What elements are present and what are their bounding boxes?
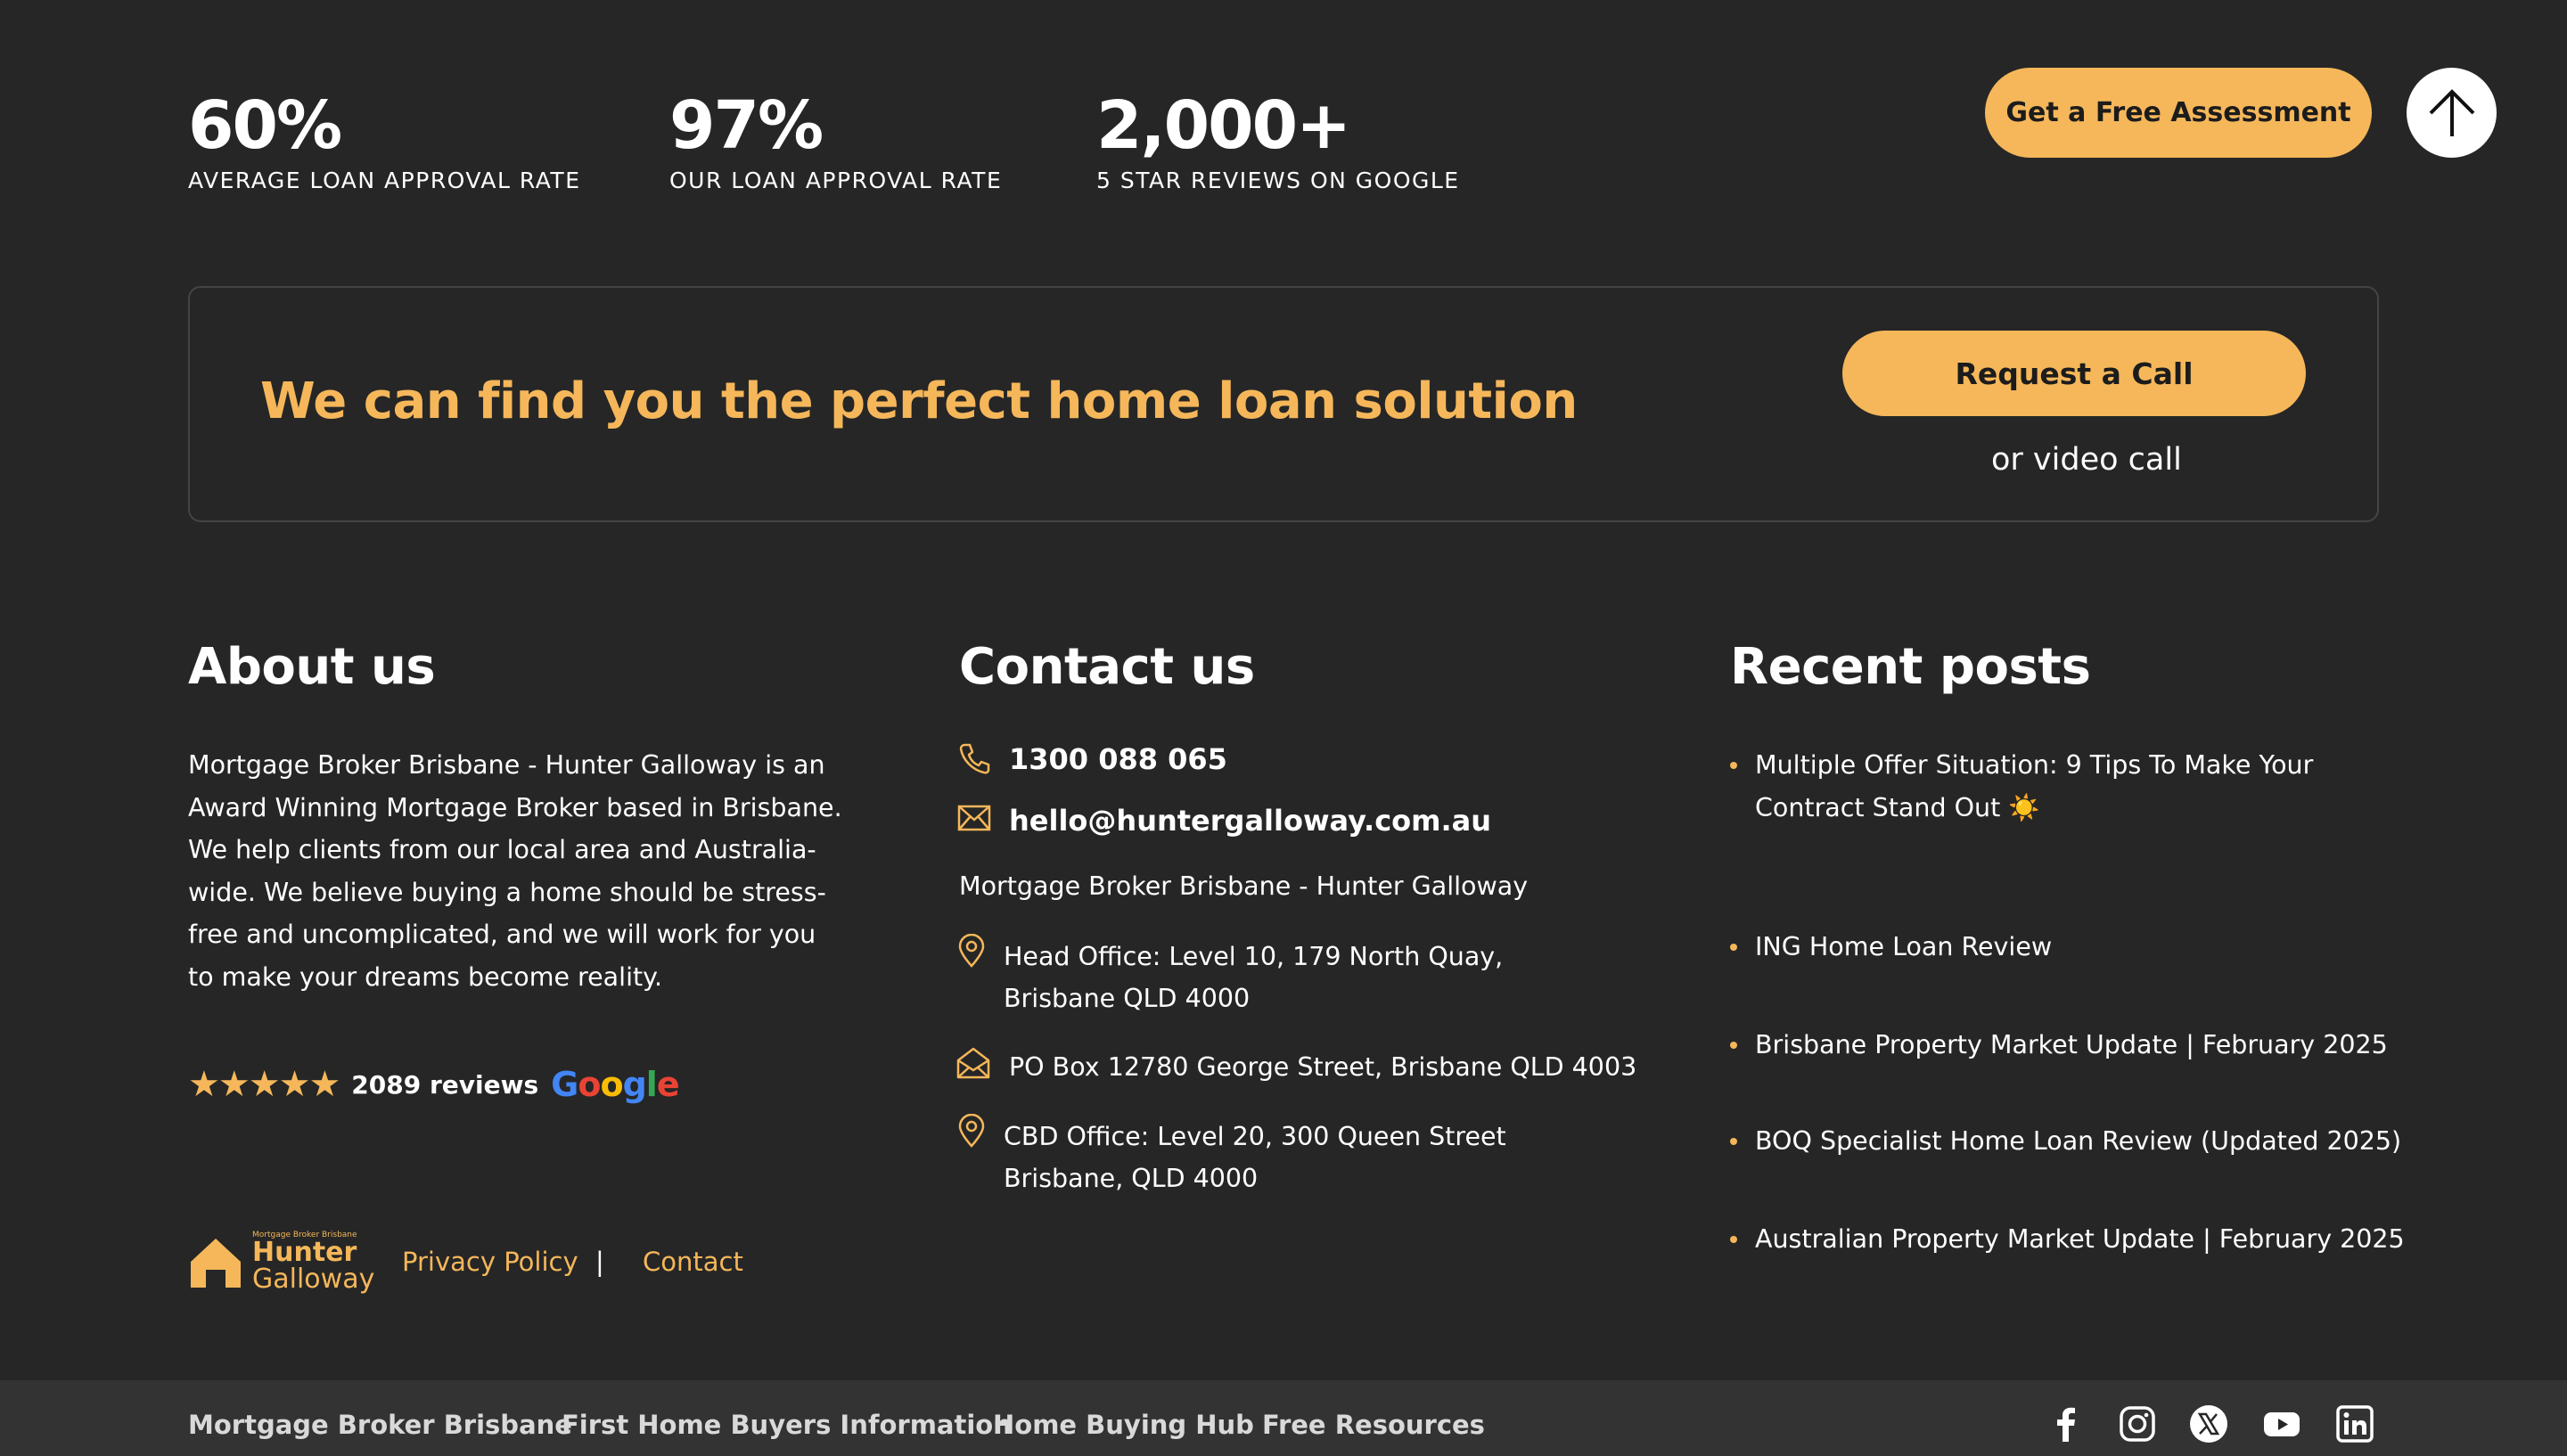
phone-icon [959, 743, 990, 774]
contact-link[interactable]: Contact [643, 1247, 743, 1277]
facebook-icon[interactable] [2046, 1404, 2086, 1444]
mailbox-icon [956, 1047, 990, 1079]
cbd-office-address: CBD Office: Level 20, 300 Queen Street B… [1004, 1122, 1506, 1193]
x-icon[interactable] [2189, 1404, 2228, 1444]
stat-value-google-reviews: 2,000+ [1096, 87, 1351, 164]
email-address[interactable]: hello@huntergalloway.com.au [1009, 804, 1491, 838]
recent-post-link[interactable]: ING Home Loan Review [1730, 926, 2372, 969]
google-reviews-badge[interactable]: ★★★★★ 2089 reviews Google [188, 1064, 680, 1105]
phone-number[interactable]: 1300 088 065 [1009, 742, 1227, 776]
review-count: 2089 reviews [351, 1069, 539, 1100]
hunter-galloway-logo[interactable]: Mortgage Broker Brisbane Hunter Galloway [188, 1231, 374, 1293]
recent-post-link[interactable]: Australian Property Market Update | Febr… [1730, 1218, 2405, 1261]
house-logo-icon [191, 1238, 241, 1288]
nav-first-home-buyers[interactable]: First Home Buyers Information [562, 1410, 1012, 1440]
about-text: Mortgage Broker Brisbane - Hunter Gallow… [188, 750, 842, 992]
logo-line2: Galloway [252, 1264, 375, 1295]
privacy-policy-link[interactable]: Privacy Policy [402, 1247, 578, 1277]
video-call-link[interactable]: or video call [1991, 442, 2182, 478]
youtube-icon[interactable] [2262, 1404, 2301, 1444]
company-name: Mortgage Broker Brisbane - Hunter Gallow… [959, 871, 1529, 901]
nav-free-resources[interactable]: Free Resources [1262, 1410, 1485, 1440]
location-pin-icon [958, 1114, 985, 1148]
contact-title: Contact us [959, 638, 1255, 696]
stat-label-our-approval: OUR LOAN APPROVAL RATE [669, 168, 1003, 193]
location-pin-icon [958, 934, 985, 968]
head-office-address: Head Office: Level 10, 179 North Quay, B… [1004, 942, 1504, 1013]
arrow-up-icon [2429, 88, 2474, 136]
nav-mortgage-broker-brisbane[interactable]: Mortgage Broker Brisbane [188, 1410, 572, 1440]
star-rating-icon: ★★★★★ [188, 1064, 340, 1105]
recent-post-link[interactable]: BOQ Specialist Home Loan Review (Updated… [1730, 1120, 2401, 1163]
about-title: About us [188, 638, 436, 696]
cta-heading: We can find you the perfect home loan so… [260, 372, 1578, 430]
recent-posts-title: Recent posts [1730, 638, 2091, 696]
stat-value-our-approval: 97% [669, 87, 824, 164]
instagram-icon[interactable] [2118, 1404, 2157, 1444]
stat-label-google-reviews: 5 STAR REVIEWS ON GOOGLE [1096, 168, 1460, 193]
recent-post-link[interactable]: Multiple Offer Situation: 9 Tips To Make… [1730, 744, 2372, 829]
scroll-to-top-button[interactable] [2407, 68, 2497, 158]
footer-separator: | [595, 1247, 604, 1277]
free-assessment-button[interactable]: Get a Free Assessment [1985, 68, 2372, 158]
request-call-button[interactable]: Request a Call [1842, 331, 2306, 416]
stat-value-average-approval: 60% [188, 87, 342, 164]
google-logo: Google [551, 1065, 679, 1104]
nav-home-buying-hub[interactable]: Home Buying Hub [993, 1410, 1254, 1440]
po-box-address: PO Box 12780 George Street, Brisbane QLD… [1009, 1052, 1637, 1082]
logo-line1: Hunter [252, 1237, 357, 1268]
stat-label-average-approval: AVERAGE LOAN APPROVAL RATE [188, 168, 581, 193]
mail-icon [957, 805, 991, 831]
recent-post-link[interactable]: Brisbane Property Market Update | Februa… [1730, 1024, 2388, 1067]
linkedin-icon[interactable] [2335, 1404, 2374, 1444]
